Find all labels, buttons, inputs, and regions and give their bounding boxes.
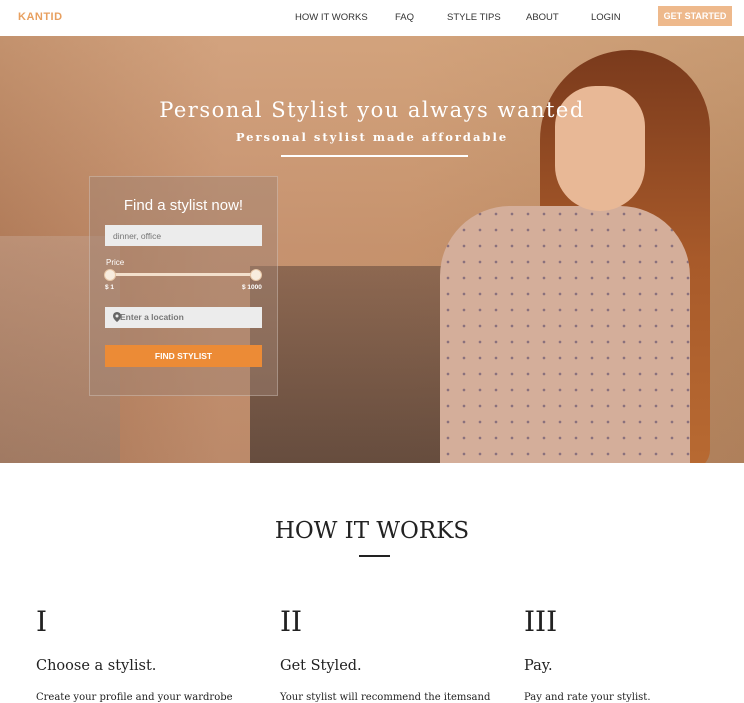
stylist-search-panel: Find a stylist now! Price $ 1 $ 1000 Ent…	[89, 176, 278, 396]
get-started-button[interactable]: GET STARTED	[658, 6, 732, 26]
find-stylist-button[interactable]: FIND STYLIST	[105, 345, 262, 367]
location-placeholder: Enter a location	[120, 312, 184, 322]
step-text: Your stylist will recommend the itemsand	[280, 692, 491, 703]
step-title: Pay.	[524, 658, 553, 674]
nav-how-it-works[interactable]: HOW IT WORKS	[295, 12, 368, 23]
step-text: Pay and rate your stylist.	[524, 692, 651, 703]
price-slider-min-handle[interactable]	[104, 269, 116, 281]
step-title: Choose a stylist.	[36, 658, 157, 674]
step-3: III Pay. Pay and rate your stylist.	[524, 605, 724, 703]
hero-subtitle: Personal stylist made affordable	[235, 130, 509, 144]
price-slider-max-handle[interactable]	[250, 269, 262, 281]
hero-model-blouse	[440, 206, 690, 463]
step-2: II Get Styled. Your stylist will recomme…	[280, 605, 491, 703]
step-1: I Choose a stylist. Create your profile …	[36, 605, 236, 703]
how-it-works-title: HOW IT WORKS	[274, 518, 470, 544]
hero-divider	[281, 155, 468, 157]
nav-login[interactable]: LOGIN	[591, 12, 621, 23]
step-number: III	[524, 605, 558, 638]
step-text: Create your profile and your wardrobe	[36, 692, 233, 703]
price-slider-track[interactable]	[110, 273, 256, 276]
price-max-label: $ 1000	[242, 284, 262, 291]
hero-section: Personal Stylist you always wanted Perso…	[0, 36, 744, 463]
top-nav: KANTID HOW IT WORKS FAQ STYLE TIPS ABOUT…	[0, 0, 744, 36]
search-panel-title: Find a stylist now!	[123, 197, 244, 214]
price-label: Price	[106, 258, 125, 267]
hero-title: Personal Stylist you always wanted	[159, 98, 585, 122]
step-number: II	[280, 605, 303, 638]
how-it-works-divider	[359, 555, 390, 557]
nav-faq[interactable]: FAQ	[395, 12, 414, 23]
nav-about[interactable]: ABOUT	[526, 12, 559, 23]
step-title: Get Styled.	[280, 658, 362, 674]
step-number: I	[36, 605, 48, 638]
logo[interactable]: KANTID	[18, 11, 63, 23]
nav-style-tips[interactable]: STYLE TIPS	[447, 12, 501, 23]
location-input[interactable]: Enter a location	[105, 307, 262, 328]
occasion-input[interactable]	[105, 225, 262, 246]
price-min-label: $ 1	[105, 284, 115, 291]
